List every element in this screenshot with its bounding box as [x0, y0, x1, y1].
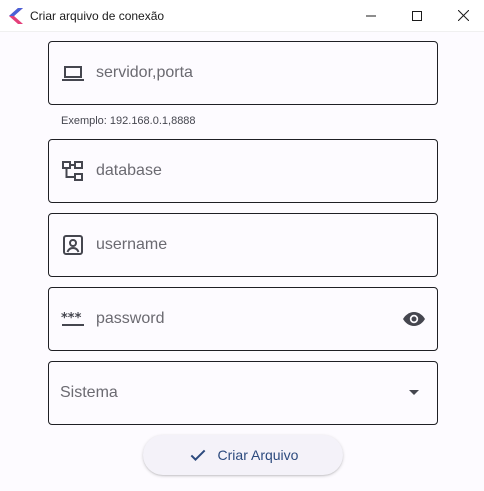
window-title: Criar arquivo de conexão — [30, 9, 165, 23]
close-button[interactable] — [440, 0, 484, 31]
svg-text:***: *** — [61, 311, 82, 326]
username-placeholder: username — [96, 236, 168, 253]
laptop-icon — [61, 61, 85, 85]
minimize-button[interactable] — [348, 0, 394, 31]
minimize-icon — [366, 15, 376, 16]
app-logo-icon — [9, 8, 23, 24]
eye-icon[interactable] — [401, 307, 427, 331]
password-field[interactable]: *** password — [48, 287, 438, 351]
database-placeholder: database — [96, 162, 162, 179]
account-box-icon — [61, 233, 85, 257]
create-file-button-label: Criar Arquivo — [217, 447, 299, 463]
database-field[interactable]: database — [48, 139, 438, 203]
arrow-drop-down-icon — [409, 390, 419, 395]
server-port-field[interactable]: servidor,porta — [48, 41, 438, 105]
maximize-button[interactable] — [394, 0, 440, 31]
close-icon — [457, 10, 469, 21]
server-port-placeholder: servidor,porta — [96, 64, 193, 81]
maximize-icon — [412, 10, 422, 21]
check-icon — [190, 449, 205, 461]
username-field[interactable]: username — [48, 213, 438, 277]
password-icon: *** — [61, 307, 85, 331]
server-helper-text: Exemplo: 192.168.0.1,8888 — [61, 115, 196, 127]
title-bar: Criar arquivo de conexão — [0, 0, 484, 32]
create-file-button[interactable]: Criar Arquivo — [143, 435, 343, 475]
system-dropdown[interactable]: Sistema — [48, 361, 438, 425]
system-label: Sistema — [60, 384, 118, 401]
password-placeholder: password — [96, 310, 165, 327]
schema-icon — [61, 159, 85, 183]
